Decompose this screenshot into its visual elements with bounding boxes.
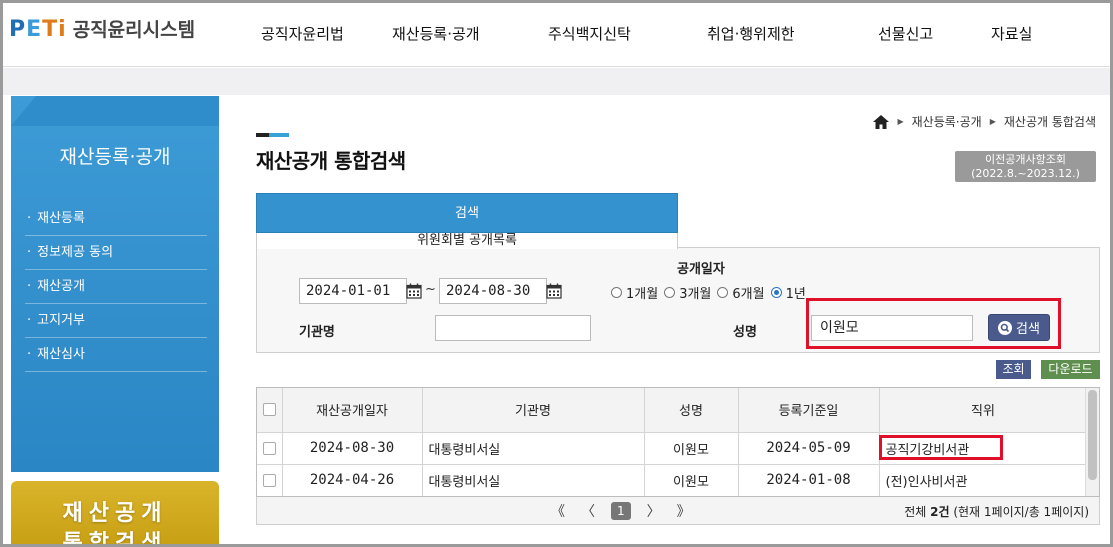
radio-6-month[interactable]: 6개월: [717, 283, 765, 302]
sidebar-item-asset-disclosure[interactable]: 재산공개: [25, 270, 207, 304]
sidebar-title: 재산등록·공개: [59, 146, 171, 168]
radio-dot: [611, 287, 622, 298]
search-button[interactable]: 검색: [988, 314, 1050, 341]
banner-line1: 재산공개: [62, 501, 168, 526]
sidebar-item-info-consent[interactable]: 정보제공 동의: [25, 236, 207, 270]
nav-item-resources[interactable]: 자료실: [991, 23, 1032, 44]
cell-disclosure-date: 2024-08-30: [282, 432, 423, 465]
banner-line2: 통합검색: [62, 531, 168, 547]
home-icon[interactable]: [873, 114, 890, 129]
last-page-icon[interactable]: 》: [677, 501, 691, 521]
top-header: PETi 공직윤리시스템 공직자윤리법 재산등록·공개 주식백지신탁 취업·행위…: [3, 3, 1110, 67]
nav-item-ethics-law[interactable]: 공직자윤리법: [261, 23, 344, 44]
breadcrumb: ▶ 재산등록·공개 ▶ 재산공개 통합검색: [873, 113, 1096, 130]
page-number-current[interactable]: 1: [611, 502, 631, 520]
total-count-text: 전체 2건 (현재 1페이지/총 1페이지): [904, 503, 1089, 520]
sidebar-item-asset-review[interactable]: 재산심사: [25, 338, 207, 372]
total-prefix: 전체: [904, 505, 931, 519]
date-range-tilde: ~: [425, 282, 436, 297]
nav-item-stock-trust[interactable]: 주식백지신탁: [548, 23, 631, 44]
search-button-label: 검색: [1016, 322, 1040, 337]
previous-disclosure-button[interactable]: 이전공개사항조회 (2022.8.~2023.12.): [955, 151, 1096, 182]
radio-label: 1개월: [626, 287, 659, 302]
breadcrumb-arrow-icon: ▶: [897, 117, 904, 126]
radio-1-month[interactable]: 1개월: [611, 283, 658, 302]
radio-3-month[interactable]: 3개월: [664, 283, 711, 302]
radio-1-year[interactable]: 1년: [770, 283, 806, 302]
sidebar-menu: 재산등록 정보제공 동의 재산공개 고지거부 재산심사: [25, 202, 207, 372]
cell-position: (전)인사비서관: [879, 464, 1088, 496]
breadcrumb-item-current: 재산공개 통합검색: [1003, 115, 1096, 129]
radio-label: 1년: [785, 287, 806, 302]
pagination-bar: 《 〈 1 〉 》 전체 2건 (현재 1페이지/총 1페이지): [256, 497, 1100, 525]
calendar-icon[interactable]: [406, 283, 422, 299]
cell-reg-date: 2024-01-08: [738, 464, 880, 496]
column-header-position[interactable]: 직위: [879, 388, 1088, 433]
breadcrumb-item-asset-registration[interactable]: 재산등록·공개: [912, 113, 982, 130]
cell-disclosure-date: 2024-04-26: [282, 464, 423, 496]
nav-item-gift-report[interactable]: 선물신고: [878, 23, 933, 44]
cell-org: 대통령비서실: [422, 432, 645, 465]
page-title: 재산공개 통합검색: [256, 149, 406, 173]
left-sidebar: 재산등록·공개 재산등록 정보제공 동의 재산공개 고지거부 재산심사: [11, 96, 219, 472]
prev-page-icon[interactable]: 〈: [581, 501, 595, 521]
highlight-position-cell: [879, 435, 1003, 460]
column-header-disclosure-date[interactable]: 재산공개일자: [282, 388, 423, 433]
sidebar-item-disclosure-refusal[interactable]: 고지거부: [25, 304, 207, 338]
org-label: 기관명: [299, 325, 335, 340]
radio-dot: [664, 287, 676, 298]
total-suffix: (현재 1페이지/총 1페이지): [949, 505, 1089, 519]
sub-bar: [3, 68, 1110, 95]
global-nav: 공직자윤리법 재산등록·공개 주식백지신탁 취업·행위제한 선물신고 자료실: [3, 23, 1110, 47]
cell-org: 대통령비서실: [422, 464, 645, 496]
date-to-input[interactable]: 2024-08-30: [439, 278, 547, 304]
period-radio-group: 1개월 3개월 6개월 1년: [611, 283, 812, 302]
table-scrollbar[interactable]: [1085, 388, 1099, 496]
next-page-icon[interactable]: 〉: [647, 501, 661, 521]
select-all-checkbox[interactable]: [262, 403, 276, 417]
previous-disclosure-period: (2022.8.~2023.12.): [971, 167, 1080, 180]
previous-disclosure-label: 이전공개사항조회: [985, 153, 1066, 166]
radio-label: 6개월: [732, 287, 765, 302]
column-header-reg-date[interactable]: 등록기준일: [738, 388, 880, 433]
integrated-search-banner[interactable]: 재산공개 통합검색: [11, 481, 219, 547]
first-page-icon[interactable]: 《: [551, 501, 565, 521]
table-row[interactable]: 2024-04-26 대통령비서실 이원모 2024-01-08 (전)인사비서…: [257, 464, 1088, 496]
nav-item-asset-registration[interactable]: 재산등록·공개: [392, 23, 480, 44]
view-button[interactable]: 조회: [996, 360, 1031, 379]
cell-reg-date: 2024-05-09: [738, 432, 880, 465]
cell-name: 이원모: [644, 432, 739, 465]
column-header-name[interactable]: 성명: [644, 388, 739, 433]
calendar-icon[interactable]: [546, 283, 562, 299]
sidebar-top-deco: [11, 96, 219, 126]
select-all-cell: [257, 388, 283, 433]
cell-name: 이원모: [644, 464, 739, 496]
tab-committee-list[interactable]: 위원회별 공개목록: [256, 233, 678, 249]
pagination: 《 〈 1 〉 》: [551, 501, 691, 521]
search-icon: [998, 320, 1013, 335]
breadcrumb-arrow-icon: ▶: [989, 117, 996, 126]
org-input[interactable]: [435, 315, 591, 341]
name-label: 성명: [733, 325, 757, 340]
radio-dot: [717, 287, 729, 298]
nav-item-employment-restriction[interactable]: 취업·행위제한: [707, 23, 795, 44]
tab-search[interactable]: 검색: [256, 193, 678, 233]
download-button[interactable]: 다운로드: [1041, 360, 1100, 379]
table-header-row: 재산공개일자 기관명 성명 등록기준일 직위: [257, 388, 1088, 433]
date-label: 공개일자: [677, 262, 725, 277]
radio-dot-selected: [770, 287, 782, 298]
radio-label: 3개월: [679, 287, 712, 302]
total-count: 2건: [930, 505, 950, 519]
scrollbar-thumb[interactable]: [1088, 390, 1097, 480]
date-from-input[interactable]: 2024-01-01: [299, 278, 407, 304]
column-header-org[interactable]: 기관명: [422, 388, 645, 433]
app-frame: PETi 공직윤리시스템 공직자윤리법 재산등록·공개 주식백지신탁 취업·행위…: [0, 0, 1113, 547]
title-decoration: [256, 133, 289, 137]
sidebar-item-asset-registration[interactable]: 재산등록: [25, 202, 207, 236]
row-checkbox[interactable]: [262, 473, 276, 487]
row-checkbox[interactable]: [262, 441, 276, 455]
